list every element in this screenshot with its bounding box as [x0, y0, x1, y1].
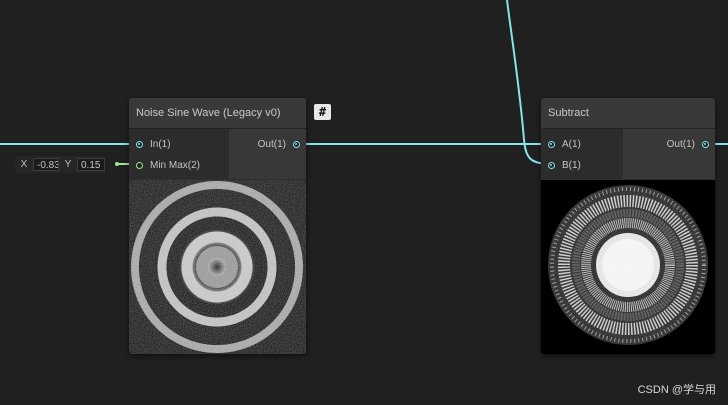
subtract-a-label: A(1)	[562, 139, 581, 150]
subtract-b-label: B(1)	[562, 160, 581, 171]
vector-field-connector-dot	[115, 162, 119, 166]
noise-preview-image	[129, 180, 306, 354]
subtract-outputs-column	[623, 129, 715, 179]
noise-out-label: Out(1)	[257, 139, 286, 150]
subtract-inputs-column	[541, 129, 623, 179]
noise-sine-wave-node[interactable]: Noise Sine Wave (Legacy v0) In(1) Min Ma…	[129, 98, 306, 354]
noise-node-ports: In(1) Min Max(2) Out(1)	[129, 129, 306, 179]
noise-in-label: In(1)	[150, 139, 171, 150]
subtract-out-port[interactable]	[702, 141, 709, 148]
subtract-node[interactable]: Subtract A(1) B(1) Out(1)	[541, 98, 715, 354]
subtract-a-port[interactable]	[548, 141, 555, 148]
subtract-node-ports: A(1) B(1) Out(1)	[541, 129, 715, 179]
watermark: CSDN @学与用	[637, 384, 716, 396]
hash-badge-icon[interactable]: #	[314, 104, 331, 120]
y-value-input[interactable]: 0.15	[77, 158, 105, 171]
subtract-out-label: Out(1)	[666, 139, 695, 150]
y-axis-label: Y	[64, 159, 72, 170]
subtract-b-port[interactable]	[548, 162, 555, 169]
x-axis-label: X	[20, 159, 28, 170]
noise-node-title[interactable]: Noise Sine Wave (Legacy v0)	[129, 98, 306, 129]
x-value-input[interactable]: -0.83	[33, 158, 59, 171]
minmax-vector-field: X -0.83 Y 0.15	[15, 156, 105, 173]
noise-in-port[interactable]	[136, 141, 143, 148]
subtract-preview-image	[541, 180, 715, 354]
subtract-node-title[interactable]: Subtract	[541, 98, 715, 129]
noise-minmax-port[interactable]	[136, 162, 143, 169]
noise-minmax-label: Min Max(2)	[150, 160, 201, 171]
noise-out-port[interactable]	[293, 141, 300, 148]
noise-outputs-column	[229, 129, 306, 179]
